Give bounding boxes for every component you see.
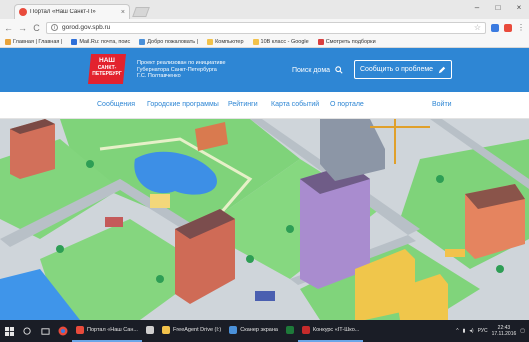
start-button[interactable] [0, 320, 18, 342]
site-info-icon[interactable]: i [51, 24, 58, 31]
address-bar[interactable]: i gorod.gov.spb.ru ☆ [46, 21, 486, 34]
bookmark-item[interactable]: 10В класс - Google [252, 38, 309, 45]
browser-menu-icon[interactable]: ⋮ [517, 23, 525, 32]
close-tab-icon[interactable]: × [121, 9, 125, 16]
tagline-line: Г.С. Полтавченко [137, 73, 181, 79]
house-search-label: Поиск дома [292, 66, 331, 74]
taskbar-task[interactable]: FreeAgent Drive (I:) [158, 320, 225, 342]
bookmark-label: Главная | Главная | [13, 38, 63, 45]
nav-about[interactable]: О портале [330, 101, 364, 108]
notifications-icon[interactable]: ▢ [520, 328, 525, 334]
bookmark-favicon-icon [5, 38, 11, 45]
bookmark-favicon-icon [207, 38, 214, 45]
browser-toolbar: ← → C i gorod.gov.spb.ru ☆ ⋮ [0, 19, 529, 36]
nav-login[interactable]: Войти [432, 101, 452, 108]
bookmark-label: Mail.Ru: почта, поис [79, 38, 131, 45]
bookmarks-bar: Главная | Главная | Mail.Ru: почта, поис… [0, 36, 529, 48]
bookmark-item[interactable]: Добро пожаловать | [139, 38, 199, 45]
task-label: Сканер экрана [240, 327, 278, 333]
taskbar-task[interactable]: Конкурс «IT-Шко... [297, 320, 364, 342]
task-label: Портал «Наш Сан... [87, 327, 138, 333]
nav-city-programs[interactable]: Городские программы [147, 101, 219, 108]
nav-ratings[interactable]: Рейтинги [228, 101, 258, 108]
browser-tab[interactable]: Портал «Наш Санкт-П» × [14, 4, 130, 19]
task-label: FreeAgent Drive (I:) [172, 327, 222, 333]
taskbar-tasks: Портал «Наш Сан... FreeAgent Drive (I:) Ск… [72, 320, 364, 342]
bookmark-favicon-icon [252, 38, 259, 45]
back-button[interactable]: ← [4, 23, 13, 33]
site-logo[interactable]: НАШ САНКТ-ПЕТЕРБУРГ [88, 54, 126, 84]
nav-messages[interactable]: Сообщения [97, 101, 135, 108]
new-tab-button[interactable] [132, 7, 150, 17]
extension-icon[interactable] [491, 23, 499, 32]
task-label: Конкурс «IT-Шко... [312, 327, 360, 333]
task-app-icon [285, 326, 294, 334]
bookmark-label: 10В класс - Google [260, 38, 309, 45]
site-navigation: Сообщения Городские программы Рейтинги К… [0, 92, 529, 119]
keyboard-language[interactable]: РУС [478, 328, 488, 334]
city-map-image [0, 119, 529, 320]
city-illustration [0, 119, 529, 320]
network-icon[interactable]: ▮ [463, 328, 466, 334]
task-view-button[interactable] [36, 320, 54, 342]
site-tagline: Проект реализован по инициативе Губернат… [137, 60, 257, 80]
bookmark-label: Смотреть подборки [325, 38, 376, 45]
site-header: НАШ САНКТ-ПЕТЕРБУРГ Проект реализован по… [0, 48, 529, 92]
volume-icon[interactable]: ◂) [469, 328, 473, 334]
window-controls: – □ × [471, 3, 525, 12]
report-problem-label: Сообщить о проблеме [359, 66, 434, 73]
task-app-icon [145, 326, 154, 334]
tab-title: Портал «Наш Санкт-П» [30, 9, 96, 15]
site-favicon-icon [19, 8, 27, 16]
search-icon [335, 66, 343, 74]
bookmark-item[interactable]: Mail.Ru: почта, поис [71, 38, 131, 45]
bookmark-favicon-icon [71, 38, 78, 45]
logo-line-1: НАШ [99, 57, 115, 64]
maximize-button[interactable]: □ [492, 3, 504, 12]
windows-logo-icon [4, 326, 14, 336]
nav-events-map[interactable]: Карта событий [271, 101, 319, 108]
task-app-icon [229, 326, 238, 334]
task-app-icon [161, 326, 170, 334]
chrome-icon [58, 326, 68, 336]
clock[interactable]: 22:43 17.11.2016 [492, 325, 517, 337]
reload-button[interactable]: C [32, 23, 41, 33]
search-icon [22, 326, 31, 335]
system-tray: ^ ▮ ◂) РУС 22:43 17.11.2016 ▢ [456, 320, 529, 342]
extension-icon[interactable] [504, 23, 512, 32]
close-window-button[interactable]: × [513, 3, 525, 12]
chrome-taskbar-icon[interactable] [54, 320, 72, 342]
windows-search-button[interactable] [18, 320, 36, 342]
browser-window: Портал «Наш Санкт-П» × – □ × ← → C i gor… [0, 0, 529, 320]
logo-line-2: САНКТ-ПЕТЕРБУРГ [92, 65, 122, 77]
bookmark-label: Компьютер [215, 38, 244, 45]
bookmark-favicon-icon [139, 38, 146, 45]
clock-date: 17.11.2016 [491, 331, 517, 337]
os-taskbar: Портал «Наш Сан... FreeAgent Drive (I:) Ск… [0, 320, 529, 342]
task-view-icon [40, 327, 50, 335]
task-app-icon [76, 326, 84, 334]
bookmark-label: Добро пожаловать | [147, 38, 199, 45]
taskbar-task[interactable] [282, 320, 298, 342]
pencil-icon [438, 66, 446, 73]
address-url[interactable]: gorod.gov.spb.ru [62, 24, 470, 31]
bookmark-item[interactable]: Главная | Главная | [5, 38, 63, 45]
title-bar: Портал «Наш Санкт-П» × – □ × [0, 0, 529, 19]
bookmark-item[interactable]: Смотреть подборки [317, 38, 376, 45]
tray-up-arrow-icon[interactable]: ^ [456, 328, 458, 334]
bookmark-favicon-icon [317, 38, 324, 45]
minimize-button[interactable]: – [471, 3, 483, 12]
bookmark-star-icon[interactable]: ☆ [474, 23, 481, 32]
forward-button[interactable]: → [18, 23, 27, 33]
bookmark-item[interactable]: Компьютер [207, 38, 244, 45]
taskbar-task[interactable]: Сканер экрана [225, 320, 282, 342]
taskbar-task[interactable] [142, 320, 158, 342]
task-app-icon [301, 326, 310, 334]
house-search-link[interactable]: Поиск дома [292, 66, 343, 74]
taskbar-task[interactable]: Портал «Наш Сан... [72, 320, 142, 342]
report-problem-button[interactable]: Сообщить о проблеме [354, 60, 452, 79]
